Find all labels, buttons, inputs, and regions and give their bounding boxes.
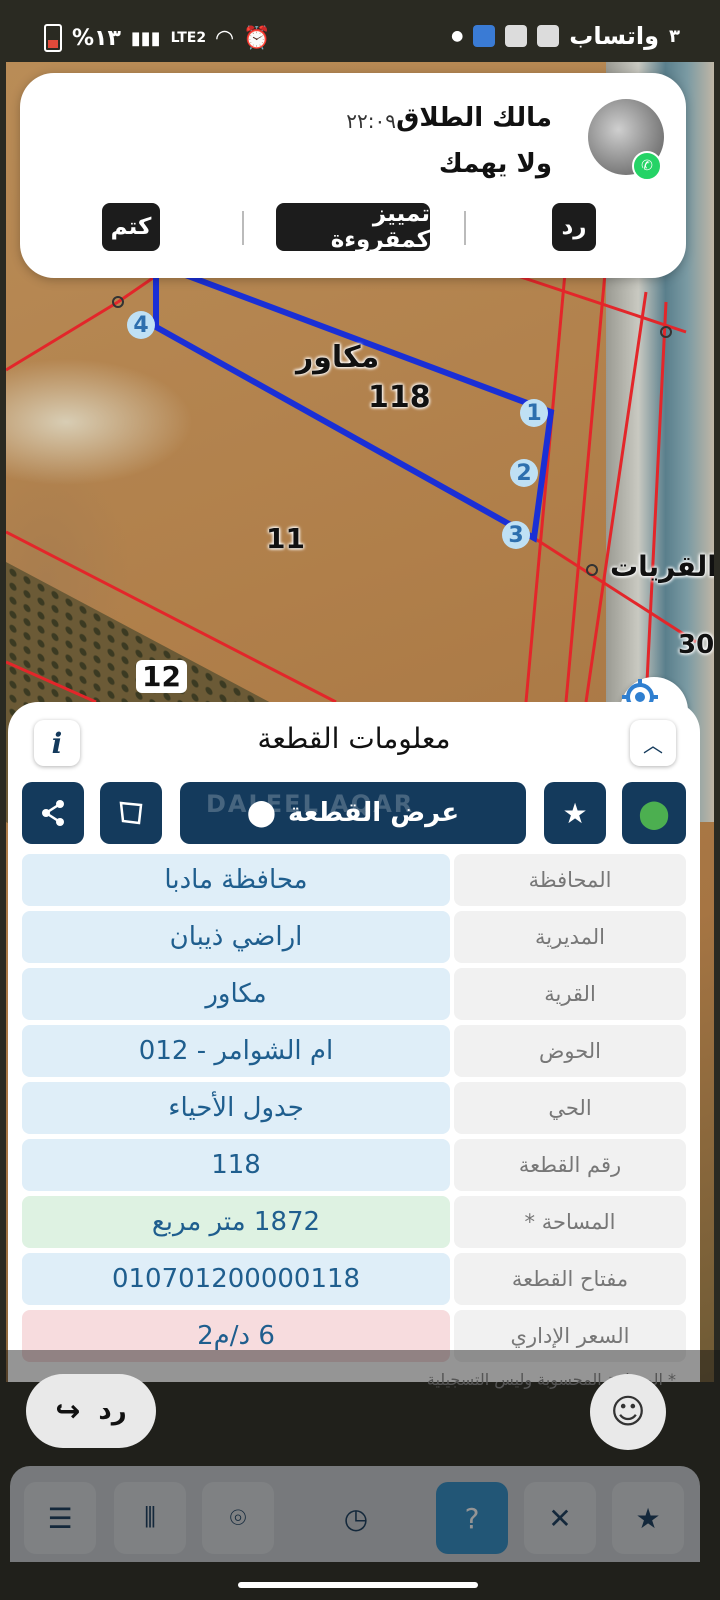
share-button[interactable] [22, 782, 84, 844]
directorate-value: اراضي ذيبان [22, 911, 450, 963]
whatsapp-notification[interactable]: ✆ مالك الطلاق ٢٢:٠٩ ولا يهمك كتم تمييز ك… [20, 73, 686, 278]
row-village: مكاور القرية [22, 968, 686, 1020]
map-pin-icon: ⬤ [638, 796, 670, 830]
notification-actions: كتم تمييز كمقروءة رد [20, 201, 686, 255]
polygon-button[interactable] [100, 782, 162, 844]
info-rows: محافظة مادبا المحافظة اراضي ذيبان المدير… [22, 854, 686, 1367]
neighborhood-label: الحي [454, 1082, 686, 1134]
parcel-12-label: 12 [136, 660, 187, 693]
app-icon-2 [473, 25, 496, 47]
village-value: مكاور [22, 968, 450, 1020]
area-value: 1872 متر مربع [22, 1196, 450, 1248]
row-governorate: محافظة مادبا المحافظة [22, 854, 686, 906]
road-label: القريات [610, 550, 714, 583]
row-parcel-key: 010701200000118 مفتاح القطعة [22, 1253, 686, 1305]
parcel-number-label: 118 [368, 380, 431, 415]
mark-read-button[interactable]: تمييز كمقروءة [276, 201, 430, 253]
google-maps-button[interactable]: ⬤ [622, 782, 686, 844]
parcel-info-panel: i معلومات القطعة ︿ عرض القطعة ⬤ DALEEL A… [8, 702, 700, 1382]
neighborhood-value: جدول الأحياء [22, 1082, 450, 1134]
area-label: المساحة * [454, 1196, 686, 1248]
signal-icon: ▮▮▮ [130, 27, 161, 49]
alarm-icon: ⏰ [243, 25, 271, 51]
network-label: LTE2 [170, 30, 207, 46]
row-directorate: اراضي ذيبان المديرية [22, 911, 686, 963]
vertex-2[interactable]: 2 [510, 459, 538, 487]
status-right: ٣ واتساب ● [451, 22, 680, 50]
governorate-value: محافظة مادبا [22, 854, 450, 906]
notification-time: ٢٢:٠٩ [346, 109, 396, 133]
parcel-11-label: 11 [266, 522, 305, 555]
vertex-3[interactable]: 3 [502, 521, 530, 549]
row-neighborhood: جدول الأحياء الحي [22, 1082, 686, 1134]
row-basin: ام الشوامر - 012 الحوض [22, 1025, 686, 1077]
divider [242, 211, 244, 245]
row-parcel-number: 118 رقم القطعة [22, 1139, 686, 1191]
share-icon [42, 800, 64, 826]
status-left: %١٣ ▮▮▮ LTE2 ◠ ⏰ [44, 24, 270, 52]
directorate-label: المديرية [454, 911, 686, 963]
emoji-icon: ☺ [610, 1392, 646, 1432]
village-map-label: مكاور [296, 340, 380, 375]
notif-count: ٣ [669, 25, 680, 47]
reply-arrow-icon: ↪ [55, 1393, 81, 1429]
whatsapp-app-label: واتساب [569, 22, 659, 50]
notification-message: ولا يهمك [438, 149, 552, 179]
row-area: 1872 متر مربع المساحة * [22, 1196, 686, 1248]
watermark: DALEEL AQAR [206, 790, 415, 818]
lot-lines [6, 256, 697, 704]
battery-icon [44, 24, 62, 52]
vertex-1[interactable]: 1 [520, 399, 548, 427]
village-label: القرية [454, 968, 686, 1020]
whatsapp-icon: ✆ [632, 151, 662, 181]
favorite-button[interactable]: ★ [544, 782, 606, 844]
status-bar: %١٣ ▮▮▮ LTE2 ◠ ⏰ ٣ واتساب ● [0, 0, 720, 72]
mute-button[interactable]: كتم [102, 203, 160, 251]
parcel-key-value: 010701200000118 [22, 1253, 450, 1305]
panel-title: معلومات القطعة [257, 722, 451, 755]
star-icon: ★ [562, 796, 588, 830]
edge-number-label: 30 [678, 630, 714, 660]
app-icon [505, 25, 528, 47]
gesture-handle[interactable] [238, 1582, 478, 1588]
dot-icon: ● [451, 28, 464, 44]
notification-sender: مالك الطلاق [396, 103, 552, 133]
reply-label: رد [98, 1396, 127, 1426]
youtube-icon [537, 25, 560, 47]
basin-label: الحوض [454, 1025, 686, 1077]
chevron-up-icon[interactable]: ︿ [630, 720, 676, 766]
reply-button[interactable]: رد [552, 203, 596, 251]
parcel-number-label-row: رقم القطعة [454, 1139, 686, 1191]
parcel-number-value: 118 [22, 1139, 450, 1191]
governorate-label: المحافظة [454, 854, 686, 906]
parcel-boundary[interactable] [153, 259, 555, 543]
emoji-button[interactable]: ☺ [590, 1374, 666, 1450]
battery-percent: %١٣ [72, 25, 121, 51]
divider [464, 211, 466, 245]
polygon-icon [119, 801, 143, 825]
vertex-4[interactable]: 4 [127, 311, 155, 339]
quick-reply-button[interactable]: رد ↪ [26, 1374, 156, 1448]
wifi-icon: ◠ [216, 25, 234, 51]
basin-value: ام الشوامر - 012 [22, 1025, 450, 1077]
parcel-key-label: مفتاح القطعة [454, 1253, 686, 1305]
